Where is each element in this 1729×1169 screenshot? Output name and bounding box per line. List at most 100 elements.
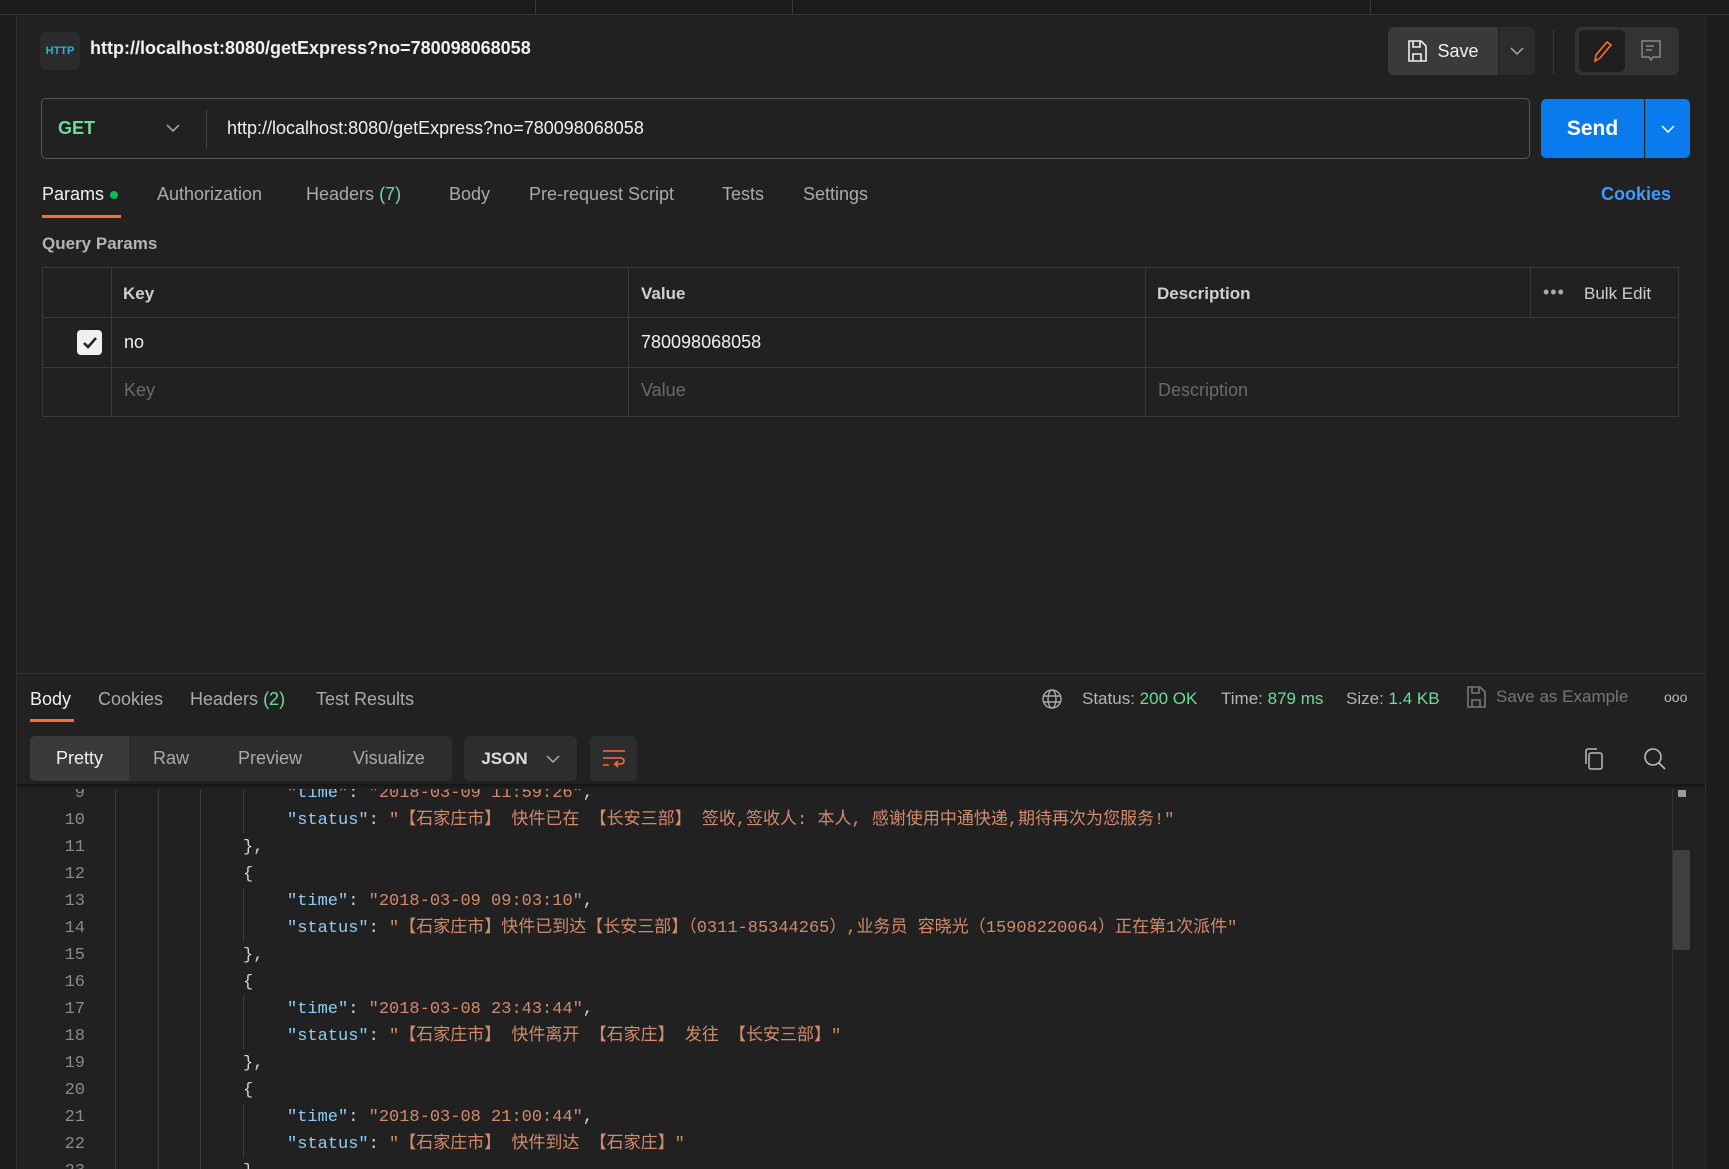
indent-guide bbox=[115, 1104, 116, 1131]
json-key: "status" bbox=[287, 919, 369, 938]
line-number: 20 bbox=[64, 1081, 85, 1100]
json-punctuation: : bbox=[348, 892, 369, 911]
indent-guide bbox=[200, 1131, 201, 1158]
code-text: }, bbox=[243, 942, 263, 969]
indent-guide bbox=[200, 807, 201, 834]
view-raw[interactable]: Raw bbox=[153, 748, 189, 769]
more-options-icon[interactable]: ooo bbox=[1664, 689, 1687, 705]
new-key-input[interactable]: Key bbox=[124, 380, 155, 401]
param-key[interactable]: no bbox=[124, 332, 144, 353]
indent-guide bbox=[243, 888, 244, 915]
indent-guide bbox=[158, 1104, 159, 1131]
indent-guide bbox=[243, 1104, 244, 1131]
indent-guide bbox=[243, 807, 244, 834]
line-number: 16 bbox=[64, 973, 85, 992]
json-punctuation: }, bbox=[243, 1054, 264, 1073]
copy-icon[interactable] bbox=[1583, 747, 1605, 771]
chevron-down-icon[interactable] bbox=[166, 124, 180, 132]
indent-guide bbox=[158, 1131, 159, 1158]
scrollbar-thumb[interactable] bbox=[1673, 850, 1690, 950]
code-text: "time": "2018-03-08 21:00:44", bbox=[287, 1104, 593, 1131]
request-title[interactable]: http://localhost:8080/getExpress?no=7800… bbox=[90, 38, 531, 59]
line-number: 19 bbox=[64, 1054, 85, 1073]
format-dropdown[interactable]: JSON bbox=[464, 736, 577, 781]
checkmark-icon bbox=[82, 336, 97, 349]
new-description-input[interactable]: Description bbox=[1158, 380, 1248, 401]
indent-guide bbox=[115, 1077, 116, 1104]
json-punctuation: : bbox=[368, 1135, 390, 1154]
indent-guide bbox=[158, 915, 159, 942]
indent-guide bbox=[158, 996, 159, 1023]
column-header-value: Value bbox=[641, 284, 686, 303]
indent-guide bbox=[243, 789, 244, 807]
tab-authorization[interactable]: Authorization bbox=[157, 184, 262, 205]
globe-icon[interactable] bbox=[1041, 688, 1063, 710]
comments-button[interactable] bbox=[1628, 30, 1674, 72]
code-text: "status": "【石家庄市】 快件已在 【长安三部】 签收,签收人: 本人… bbox=[287, 807, 1174, 834]
bulk-edit-button[interactable]: Bulk Edit bbox=[1584, 284, 1651, 304]
save-as-example-button[interactable]: Save as Example bbox=[1466, 686, 1628, 708]
json-punctuation: , bbox=[582, 1108, 594, 1127]
status-label: Status: bbox=[1082, 689, 1135, 708]
line-number: 15 bbox=[64, 946, 85, 965]
indent-guide bbox=[200, 888, 201, 915]
tab-divider bbox=[792, 0, 793, 15]
json-key: "time" bbox=[287, 789, 349, 803]
code-line: 17 "time": "2018-03-08 23:43:44", bbox=[17, 996, 1667, 1023]
save-label: Save bbox=[1437, 40, 1479, 61]
tab-body[interactable]: Body bbox=[449, 184, 490, 205]
code-text: "status": "【石家庄市】 快件离开 【石家庄】 发往 【长安三部】" bbox=[287, 1023, 841, 1050]
response-tab-headers[interactable]: Headers (2) bbox=[190, 689, 285, 710]
json-punctuation: : bbox=[368, 919, 390, 938]
url-input[interactable] bbox=[227, 118, 1507, 139]
line-number: 17 bbox=[64, 1000, 85, 1019]
code-text: "time": "2018-03-08 23:43:44", bbox=[287, 996, 593, 1023]
indent-guide bbox=[158, 1050, 159, 1077]
view-pretty[interactable]: Pretty bbox=[30, 736, 129, 781]
indent-guide bbox=[158, 861, 159, 888]
format-label: JSON bbox=[481, 748, 528, 768]
edit-mode-button[interactable] bbox=[1579, 30, 1625, 72]
line-number: 22 bbox=[64, 1135, 85, 1154]
response-tab-cookies[interactable]: Cookies bbox=[98, 689, 163, 710]
indent-guide bbox=[200, 942, 201, 969]
line-number: 21 bbox=[64, 1108, 85, 1127]
toolbar-shadow bbox=[17, 784, 1705, 789]
cookies-link[interactable]: Cookies bbox=[1601, 184, 1671, 205]
wrap-lines-button[interactable] bbox=[590, 736, 637, 781]
tab-params[interactable]: Params bbox=[42, 184, 119, 205]
view-preview[interactable]: Preview bbox=[238, 748, 302, 769]
code-text: "status": "【石家庄市】快件已到达【长安三部】（0311-853442… bbox=[287, 915, 1237, 942]
editor-scrollbar[interactable] bbox=[1672, 789, 1690, 1169]
indent-guide bbox=[200, 1023, 201, 1050]
tab-divider bbox=[1370, 0, 1371, 15]
code-text: { bbox=[243, 1077, 253, 1104]
code-text: }, bbox=[243, 834, 263, 861]
save-button[interactable]: Save bbox=[1388, 27, 1498, 75]
pane-divider[interactable] bbox=[17, 673, 1705, 674]
response-tab-test-results[interactable]: Test Results bbox=[316, 689, 414, 710]
send-dropdown-button[interactable] bbox=[1645, 99, 1690, 158]
divider bbox=[206, 110, 207, 148]
code-line: 21 "time": "2018-03-08 21:00:44", bbox=[17, 1104, 1667, 1131]
new-value-input[interactable]: Value bbox=[641, 380, 686, 401]
search-icon[interactable] bbox=[1643, 747, 1667, 771]
tab-settings[interactable]: Settings bbox=[803, 184, 868, 205]
send-button[interactable]: Send bbox=[1541, 99, 1644, 158]
more-options-icon[interactable]: ••• bbox=[1543, 282, 1565, 303]
param-value[interactable]: 780098068058 bbox=[641, 332, 761, 353]
indent-guide bbox=[200, 789, 201, 807]
param-checkbox[interactable] bbox=[77, 330, 102, 355]
code-text: { bbox=[243, 969, 253, 996]
json-punctuation: , bbox=[582, 892, 594, 911]
save-dropdown-button[interactable] bbox=[1499, 27, 1535, 75]
tab-label: Headers bbox=[306, 184, 375, 204]
response-tab-body[interactable]: Body bbox=[30, 689, 71, 710]
method-select[interactable]: GET bbox=[58, 118, 95, 139]
tab-pre-request-script[interactable]: Pre-request Script bbox=[529, 184, 674, 205]
response-body-editor[interactable]: 9 "time": "2018-03-09 11:59:26", 10 "status… bbox=[17, 789, 1672, 1169]
save-as-example-label: Save as Example bbox=[1496, 687, 1629, 706]
tab-tests[interactable]: Tests bbox=[722, 184, 764, 205]
view-visualize[interactable]: Visualize bbox=[353, 748, 425, 769]
tab-headers[interactable]: Headers (7) bbox=[306, 184, 401, 205]
